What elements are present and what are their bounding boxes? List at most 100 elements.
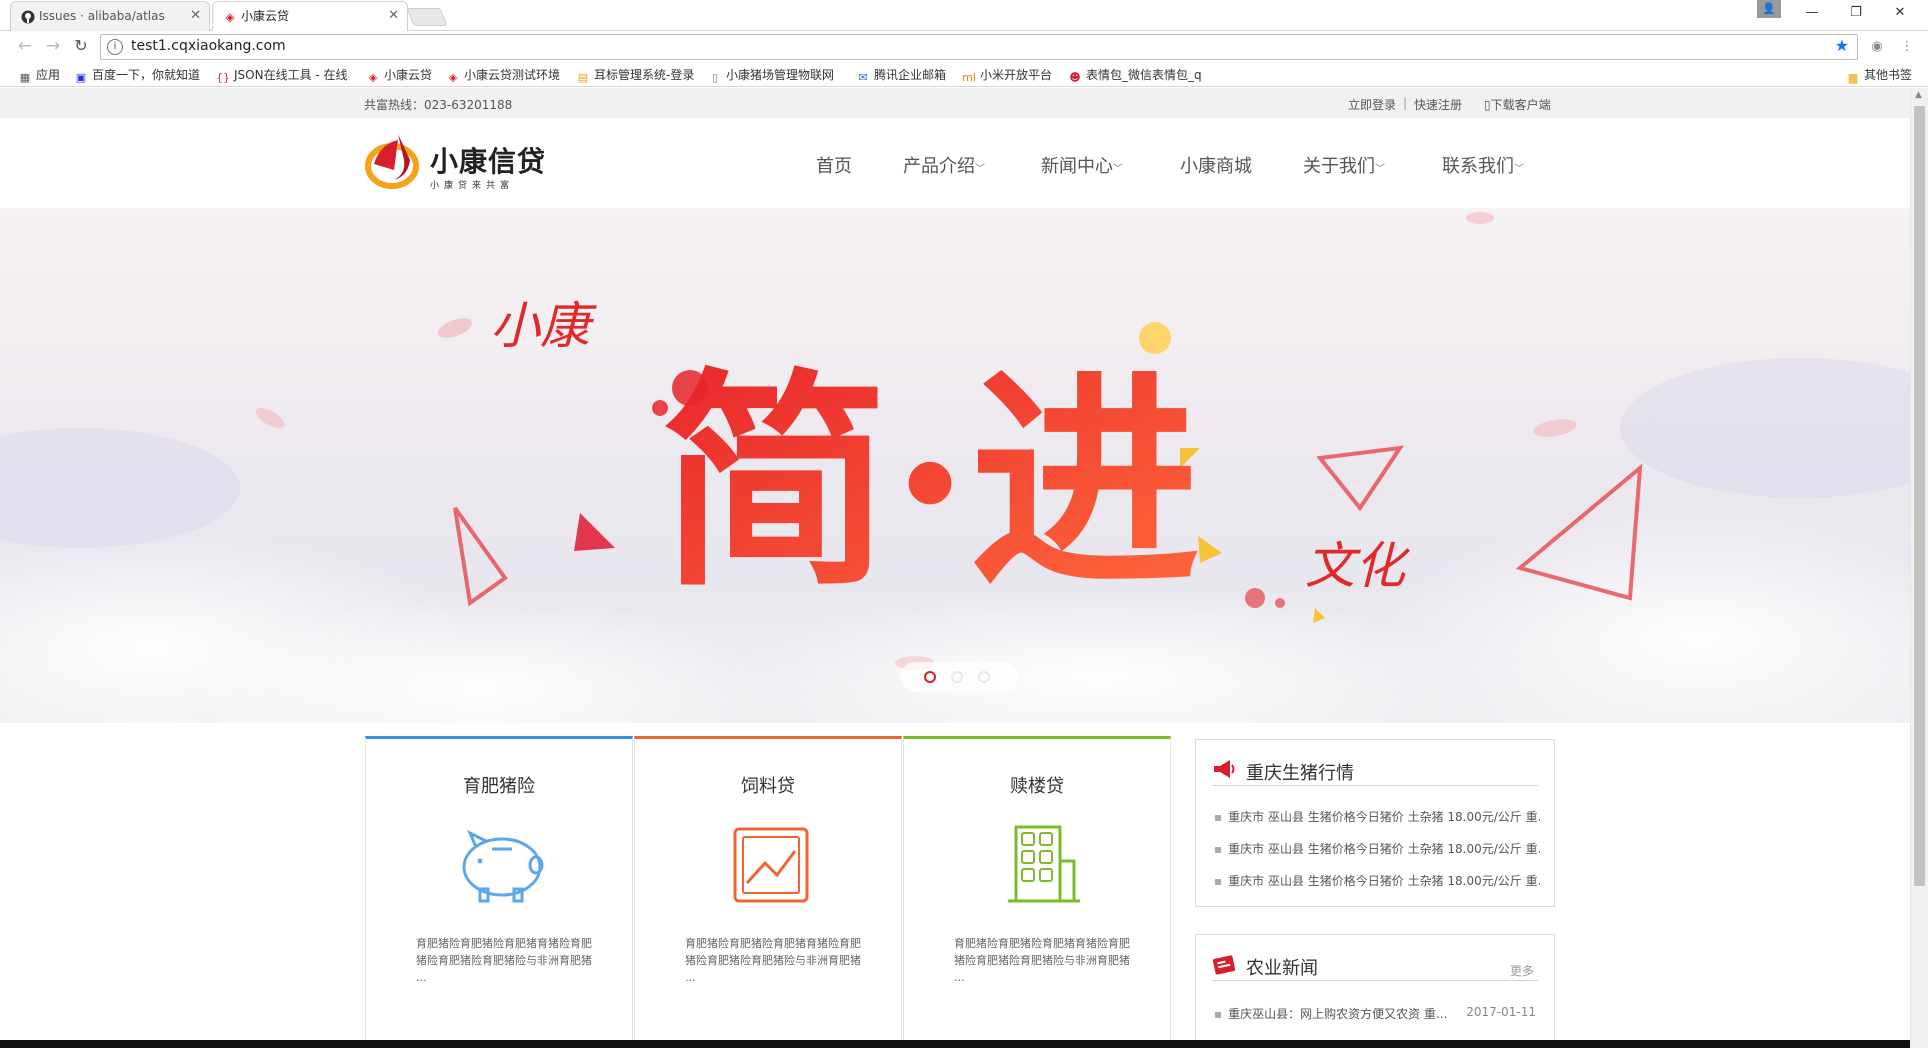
address-bar[interactable]: i test1.cqxiaokang.com ★	[100, 34, 1858, 60]
list-item[interactable]: ▪ 重庆巫山县：网上购农资方便又农资 重... 2017-01-11	[1214, 1005, 1540, 1022]
product-card[interactable]: 饲料贷 育肥猪险育肥猪险育肥猪育猪险育肥猪险育肥猪险育肥猪险与非洲育肥猪 ...	[634, 736, 902, 1048]
back-icon[interactable]: ←	[14, 35, 36, 57]
page-scrollbar[interactable]: ▲	[1910, 88, 1928, 1048]
folder-icon: ▆	[1848, 71, 1858, 84]
brand-name: 小康信贷	[430, 145, 547, 178]
product-title: 饲料贷	[741, 776, 795, 797]
slide-dot[interactable]	[978, 671, 990, 683]
web-page: 共富热线：023-63201188 立即登录 | 快速注册 ▯下载客户端 小康信…	[0, 88, 1910, 1048]
browser-tab-active[interactable]: ◈ 小康云贷 ✕	[212, 1, 408, 31]
hero-banner[interactable]: 简·进 小康 文化	[0, 208, 1910, 723]
window-close-icon[interactable]: ✕	[1880, 0, 1920, 26]
bookmark-star-icon[interactable]: ★	[1835, 36, 1849, 55]
bookmark-item[interactable]: ◈ 小康云贷	[366, 66, 432, 84]
list-item[interactable]: ▪ 重庆市 巫山县 生猪价格今日猪价 土杂猪 18.00元/公斤 重...	[1214, 808, 1540, 825]
nav-home[interactable]: 首页	[816, 152, 852, 178]
bookmark-apps[interactable]: ▦ 应用	[18, 66, 60, 84]
extension-icon[interactable]: ◉	[1868, 38, 1886, 56]
close-tab-icon[interactable]: ✕	[190, 2, 201, 30]
product-description: 育肥猪险育肥猪险育肥猪育猪险育肥猪险育肥猪险育肥猪险与非洲育肥猪 ...	[685, 937, 861, 984]
chevron-down-icon: ﹀	[1514, 164, 1524, 175]
bookmark-item[interactable]: mi 小米开放平台	[962, 66, 1052, 84]
browser-tab-strip: Issues · alibaba/atlas ✕ ◈ 小康云贷 ✕ 👤 — ❐ …	[0, 0, 1928, 31]
bookmark-item[interactable]: {} JSON在线工具 - 在线	[216, 66, 348, 84]
profile-icon[interactable]: 👤	[1757, 0, 1781, 18]
product-description: 育肥猪险育肥猪险育肥猪育猪险育肥猪险育肥猪险育肥猪险与非洲育肥猪 ...	[416, 937, 592, 984]
mi-icon: mi	[962, 71, 976, 84]
product-card[interactable]: 育肥猪险 育肥猪险育肥猪险育肥猪育猪险育肥猪险育肥猪险育肥猪险与非洲育肥猪 ..…	[365, 736, 633, 1048]
phone-icon: ▯	[1484, 98, 1491, 112]
restore-icon[interactable]: ❐	[1836, 0, 1876, 26]
product-title: 赎楼贷	[1010, 776, 1064, 797]
top-info-bar: 共富热线：023-63201188 立即登录 | 快速注册 ▯下载客户端	[0, 88, 1910, 118]
tab-title: 小康云贷	[241, 9, 290, 23]
chevron-down-icon: ﹀	[975, 164, 985, 175]
separator: |	[1403, 96, 1408, 110]
nav-products[interactable]: 产品介绍﹀	[903, 152, 985, 178]
chevron-down-icon: ﹀	[1375, 164, 1385, 175]
slide-dot[interactable]	[924, 671, 936, 683]
piggy-bank-icon	[462, 829, 544, 903]
taskbar-strip	[0, 1040, 1910, 1048]
menu-icon[interactable]: ⋮	[1898, 38, 1916, 56]
panel-header: 重庆生猪行情	[1212, 754, 1538, 786]
close-tab-icon[interactable]: ✕	[388, 2, 399, 30]
reload-icon[interactable]: ↻	[70, 35, 92, 57]
xiaokang-favicon-icon: ◈	[368, 71, 378, 84]
site-header: 小康信贷 小康贷来共富 首页 产品介绍﹀ 新闻中心﹀ 小康商城 关于我们﹀ 联系…	[0, 118, 1910, 208]
nav-mall[interactable]: 小康商城	[1180, 152, 1252, 178]
page-icon: ▯	[711, 71, 719, 84]
panel-header: 农业新闻 更多	[1212, 949, 1538, 981]
nav-contact[interactable]: 联系我们﹀	[1442, 152, 1524, 178]
register-link[interactable]: 快速注册	[1414, 96, 1462, 113]
pig-market-panel: 重庆生猪行情 ▪ 重庆市 巫山县 生猪价格今日猪价 土杂猪 18.00元/公斤 重…	[1195, 739, 1555, 907]
browser-tab-github[interactable]: Issues · alibaba/atlas ✕	[10, 1, 210, 31]
baidu-icon: ▣	[75, 71, 87, 84]
product-card[interactable]: 赎楼贷 育肥猪险育肥猪险育肥猪育猪险育肥猪险育肥猪险育肥猪险与非洲育肥猪 ...	[903, 736, 1171, 1048]
scrollbar-thumb[interactable]	[1914, 106, 1925, 886]
product-description: 育肥猪险育肥猪险育肥猪育猪险育肥猪险育肥猪险育肥猪险与非洲育肥猪 ...	[954, 937, 1130, 984]
megaphone-icon	[1214, 760, 1235, 778]
new-tab-button[interactable]	[406, 8, 448, 26]
product-title: 育肥猪险	[463, 776, 535, 797]
more-link[interactable]: 更多	[1510, 962, 1534, 979]
xiaokang-favicon-icon: ◈	[225, 10, 235, 24]
other-bookmarks[interactable]: ▆ 其他书签	[1846, 66, 1912, 84]
forward-icon[interactable]: →	[42, 35, 64, 57]
building-icon	[1008, 825, 1080, 903]
bookmark-item[interactable]: ▣ 百度一下，你就知道	[74, 66, 200, 84]
bookmark-item[interactable]: ✉ 腾讯企业邮箱	[856, 66, 946, 84]
list-item[interactable]: ▪ 重庆市 巫山县 生猪价格今日猪价 土杂猪 18.00元/公斤 重...	[1214, 872, 1540, 889]
bookmark-item[interactable]: ▤ 耳标管理系统-登录	[576, 66, 695, 84]
mail-icon: ✉	[858, 71, 868, 84]
xiaokang-favicon-icon: ◈	[448, 71, 458, 84]
login-link[interactable]: 立即登录	[1348, 96, 1396, 113]
nav-news[interactable]: 新闻中心﹀	[1041, 152, 1123, 178]
nav-about[interactable]: 关于我们﹀	[1303, 152, 1385, 178]
trend-chart-icon	[733, 827, 809, 903]
bookmark-item[interactable]: ▯ 小康猪场管理物联网	[708, 66, 834, 84]
site-logo[interactable]: 小康信贷 小康贷来共富	[364, 130, 564, 192]
info-icon[interactable]: i	[107, 39, 123, 55]
chevron-down-icon: ﹀	[1113, 164, 1123, 175]
agri-news-panel: 农业新闻 更多 ▪ 重庆巫山县：网上购农资方便又农资 重... 2017-01-1…	[1195, 934, 1555, 1048]
json-icon: {}	[216, 71, 230, 84]
download-client-link[interactable]: ▯下载客户端	[1484, 96, 1551, 113]
list-item[interactable]: ▪ 重庆市 巫山县 生猪价格今日猪价 土杂猪 18.00元/公斤 重...	[1214, 840, 1540, 857]
browser-toolbar: ← → ↻ i test1.cqxiaokang.com ★ ◉ ⋮	[0, 31, 1928, 63]
hotline-text: 共富热线：023-63201188	[364, 98, 513, 112]
minimize-icon[interactable]: —	[1792, 0, 1832, 26]
svg-text:简·进: 简·进	[660, 348, 1200, 618]
panel-title: 重庆生猪行情	[1246, 763, 1354, 784]
slide-dot[interactable]	[951, 671, 963, 683]
bookmarks-bar: ▦ 应用 ▣ 百度一下，你就知道 {} JSON在线工具 - 在线 ◈ 小康云贷 ◈ 小康…	[0, 63, 1928, 87]
newspaper-icon	[1212, 955, 1236, 975]
bookmark-item[interactable]: ◈ 小康云贷测试环境	[446, 66, 560, 84]
apps-grid-icon: ▦	[19, 71, 31, 84]
bookmark-item[interactable]: ☻ 表情包_微信表情包_q	[1068, 66, 1201, 84]
brand-slogan: 小康贷来共富	[430, 181, 515, 191]
banner-big-text: 简·进	[660, 348, 1200, 618]
scroll-up-icon[interactable]: ▲	[1915, 90, 1922, 100]
url-text[interactable]: test1.cqxiaokang.com	[131, 38, 286, 54]
github-icon	[21, 10, 35, 24]
